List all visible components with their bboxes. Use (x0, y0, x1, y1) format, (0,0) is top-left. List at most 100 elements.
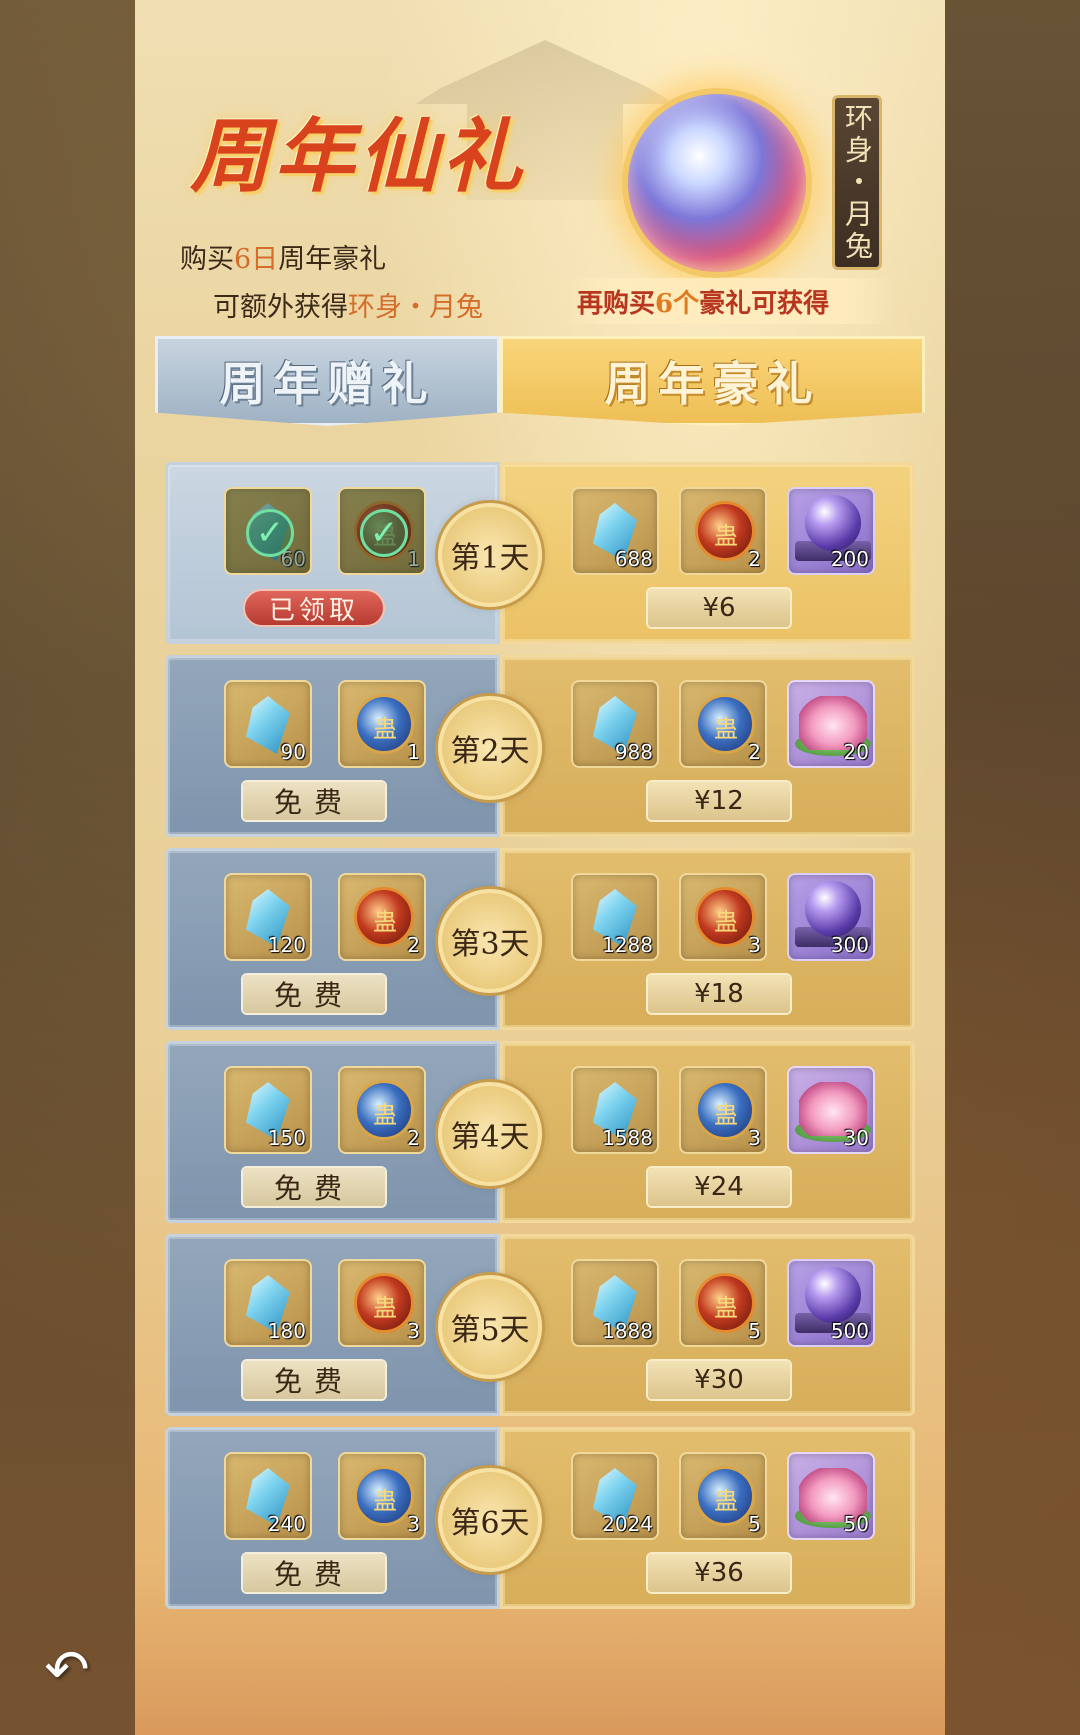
reward-item[interactable]: 150 (224, 1066, 312, 1154)
reward-item[interactable]: 2 (679, 487, 767, 575)
buy-price-button[interactable]: ¥24 (648, 1168, 790, 1206)
red-gu-orb-icon (354, 887, 414, 947)
reward-item[interactable]: 3 (338, 1452, 426, 1540)
buy-price-button[interactable]: ¥6 (648, 589, 790, 627)
reward-item[interactable]: 90 (224, 680, 312, 768)
item-quantity: 2024 (602, 1512, 653, 1536)
reward-item[interactable]: 5 (679, 1452, 767, 1540)
item-quantity: 3 (748, 933, 761, 957)
reward-item[interactable]: 2 (338, 1066, 426, 1154)
premium-gift-card: 2024 5 50 ¥36 (500, 1427, 915, 1609)
claim-free-button[interactable]: 免费 (243, 782, 385, 820)
premium-gift-card: 1288 3 300 ¥18 (500, 848, 915, 1030)
red-gu-orb-icon (354, 1273, 414, 1333)
crystal-ball-icon (805, 881, 861, 937)
item-quantity: 120 (267, 933, 306, 957)
day-badge: 第5天 (438, 1275, 542, 1379)
reward-item[interactable]: 200 (787, 487, 875, 575)
reward-item[interactable]: 30 (787, 1066, 875, 1154)
claim-free-button[interactable]: 免费 (243, 1168, 385, 1206)
item-quantity: 150 (267, 1126, 306, 1150)
reward-item[interactable]: 1288 (571, 873, 659, 961)
premium-gift-card: 988 2 20 ¥12 (500, 655, 915, 837)
red-gu-orb-icon (695, 887, 755, 947)
blue-gu-orb-icon (354, 1080, 414, 1140)
tab-anniversary-free-gift[interactable]: 周年赠礼 (155, 336, 500, 426)
red-gu-orb-icon (695, 501, 755, 561)
reward-item[interactable]: 988 (571, 680, 659, 768)
blue-gu-orb-icon (695, 1466, 755, 1526)
reward-item[interactable]: 3 (679, 873, 767, 961)
blue-gu-orb-icon (695, 694, 755, 754)
premium-gift-card: 1588 3 30 ¥24 (500, 1041, 915, 1223)
claim-free-button[interactable]: 免费 (243, 1554, 385, 1592)
day-row: 120 2 免费 1288 3 300 ¥18 第3天 (165, 848, 915, 1030)
day-row: 90 1 免费 988 2 20 ¥12 第2天 (165, 655, 915, 837)
reward-item[interactable]: 50 (787, 1452, 875, 1540)
day-row: 240 3 免费 2024 5 50 ¥36 第6天 (165, 1427, 915, 1609)
day-row: 60✓1✓已领取6882200¥6第1天 (165, 462, 915, 644)
reward-item[interactable]: 1588 (571, 1066, 659, 1154)
item-quantity: 1 (407, 740, 420, 764)
reward-item[interactable]: 240 (224, 1452, 312, 1540)
back-arrow-icon[interactable]: ↶ (38, 1638, 96, 1701)
item-quantity: 5 (748, 1512, 761, 1536)
day-badge: 第4天 (438, 1082, 542, 1186)
item-quantity: 240 (267, 1512, 306, 1536)
red-gu-orb-icon (695, 1273, 755, 1333)
reward-item[interactable]: 20 (787, 680, 875, 768)
item-quantity: 2 (407, 1126, 420, 1150)
reward-progress-caption: 再购买6个豪礼可获得 (577, 289, 830, 319)
item-quantity: 2 (748, 740, 761, 764)
tab-anniversary-premium-gift[interactable]: 周年豪礼 (500, 336, 925, 426)
item-quantity: 500 (830, 1319, 869, 1343)
item-quantity: 2 (748, 547, 761, 571)
claim-free-button[interactable]: 免费 (243, 1361, 385, 1399)
item-quantity: 1588 (602, 1126, 653, 1150)
item-quantity: 180 (267, 1319, 306, 1343)
reward-item[interactable]: 60 ✓ (224, 487, 312, 575)
reward-item[interactable]: 688 (571, 487, 659, 575)
reward-item[interactable]: 120 (224, 873, 312, 961)
day-badge: 第3天 (438, 889, 542, 993)
bonus-reward-name: 环身・月兔 (832, 95, 882, 270)
reward-item[interactable]: 2024 (571, 1452, 659, 1540)
item-quantity: 200 (830, 547, 869, 571)
item-quantity: 1 (407, 547, 420, 571)
purchase-condition-text: 购买6日周年豪礼 (180, 244, 387, 275)
reward-item[interactable]: 2 (679, 680, 767, 768)
bonus-reward-orb[interactable] (622, 88, 812, 278)
bonus-reward-text: 可额外获得环身・月兔 (213, 292, 483, 323)
item-quantity: 3 (407, 1319, 420, 1343)
item-quantity: 988 (614, 740, 653, 764)
reward-item[interactable]: 500 (787, 1259, 875, 1347)
blue-gu-orb-icon (354, 694, 414, 754)
day-badge: 第1天 (438, 503, 542, 607)
reward-item[interactable]: 5 (679, 1259, 767, 1347)
reward-item[interactable]: 1 (338, 680, 426, 768)
buy-price-button[interactable]: ¥30 (648, 1361, 790, 1399)
reward-item[interactable]: 1888 (571, 1259, 659, 1347)
reward-item[interactable]: 1✓ (338, 487, 426, 575)
item-quantity: 50 (843, 1512, 869, 1536)
crystal-ball-icon (805, 1267, 861, 1323)
reward-item[interactable]: 2 (338, 873, 426, 961)
item-quantity: 300 (830, 933, 869, 957)
buy-price-button[interactable]: ¥12 (648, 782, 790, 820)
buy-price-button[interactable]: ¥18 (648, 975, 790, 1013)
claim-free-button[interactable]: 免费 (243, 975, 385, 1013)
item-quantity: 688 (614, 547, 653, 571)
reward-item[interactable]: 300 (787, 873, 875, 961)
claimed-check-icon: ✓ (246, 509, 294, 557)
day-row: 180 3 免费 1888 5 500 ¥30 第5天 (165, 1234, 915, 1416)
blue-gu-orb-icon (695, 1080, 755, 1140)
claimed-button[interactable]: 已领取 (243, 589, 385, 627)
event-panel: 周年仙礼 购买6日周年豪礼 可额外获得环身・月兔 环身・月兔 再购买6个豪礼可获… (135, 0, 945, 1735)
reward-item[interactable]: 3 (679, 1066, 767, 1154)
reward-item[interactable]: 180 (224, 1259, 312, 1347)
reward-item[interactable]: 3 (338, 1259, 426, 1347)
day-row: 150 2 免费 1588 3 30 ¥24 第4天 (165, 1041, 915, 1223)
crystal-ball-icon (805, 495, 861, 551)
buy-price-button[interactable]: ¥36 (648, 1554, 790, 1592)
day-badge: 第6天 (438, 1468, 542, 1572)
